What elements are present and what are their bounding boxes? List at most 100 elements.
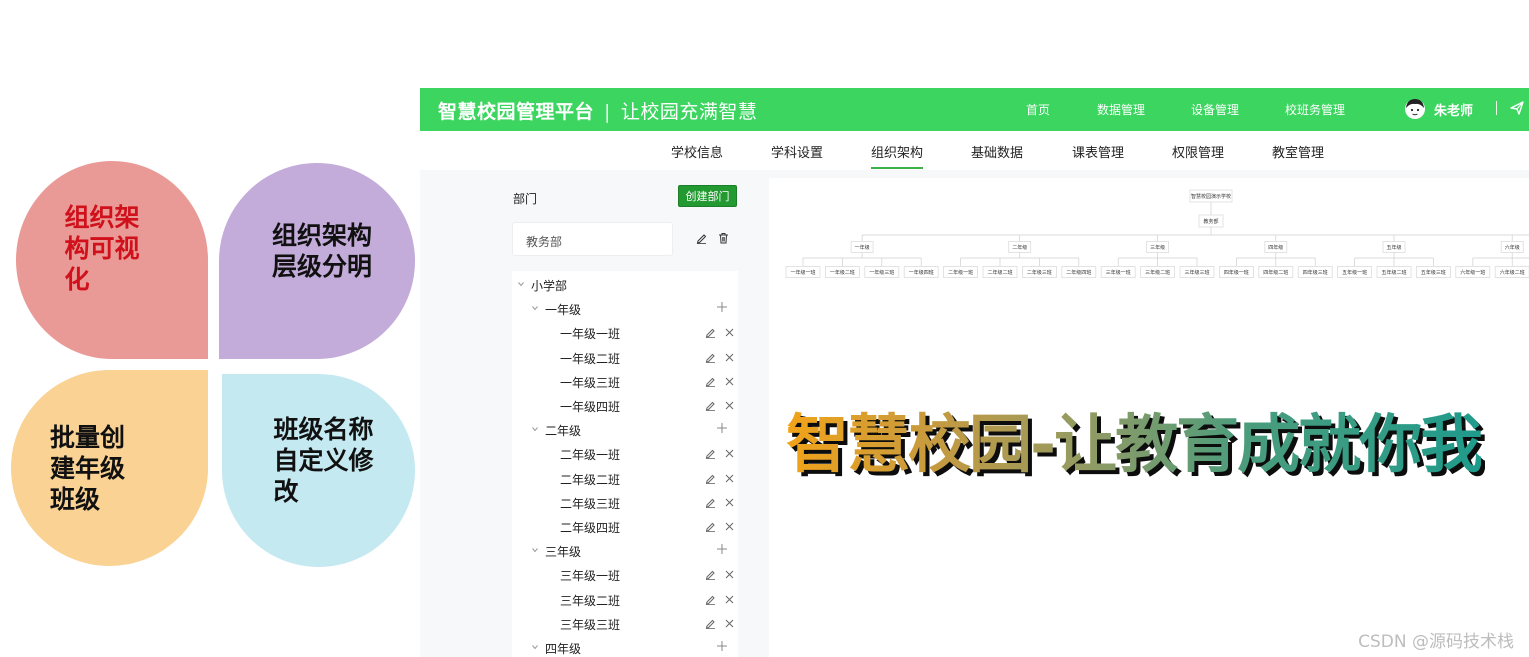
delete-icon[interactable] [718,232,729,244]
org-node-class: 一年级四班 [903,266,939,278]
edit-icon[interactable] [705,618,716,629]
add-icon[interactable] [717,544,727,555]
chevron-down-icon[interactable] [531,546,539,554]
tab-classrooms[interactable]: 教室管理 [1272,142,1324,161]
tree-node[interactable]: 小学部 [512,273,738,297]
edit-icon[interactable] [705,473,716,484]
chevron-down-icon[interactable] [531,304,539,312]
edit-icon[interactable] [705,569,716,581]
tree-leaf-class[interactable]: 一年级二班 [512,346,738,370]
tree-leaf-class[interactable]: 二年级四班 [512,515,738,539]
svg-text:一年级: 一年级 [855,244,870,251]
close-icon[interactable] [725,570,734,579]
org-node-class: 六年级二班 [1494,266,1529,278]
tree-node-label: 三年级 [545,545,582,560]
sub-navigation: 学校信息 学科设置 组织架构 基础数据 课表管理 权限管理 教室管理 [420,131,1529,170]
close-icon[interactable] [725,401,734,410]
close-icon[interactable] [725,498,734,507]
svg-text:六年级一班: 六年级一班 [1460,269,1485,276]
org-node-grade: 五年级 [1382,241,1406,253]
tree-leaf-class[interactable]: 一年级三班 [512,370,738,394]
selected-department[interactable]: 教务部 [512,222,673,256]
edit-icon[interactable] [705,521,716,532]
tree-leaf-class[interactable]: 三年级二班 [512,588,738,612]
tab-school-info[interactable]: 学校信息 [671,142,723,161]
tab-permissions[interactable]: 权限管理 [1172,142,1224,161]
tree-leaf-class[interactable]: 二年级三班 [512,491,738,515]
add-icon[interactable] [717,423,727,434]
tab-subject-settings[interactable]: 学科设置 [771,142,823,161]
tree-node-label: 四年级 [545,642,582,656]
app-window: 智慧校园管理平台 | 让校园充满智慧 首页 数据管理 设备管理 校班务管理 朱老师 … [420,88,1529,657]
svg-text:智慧校园演示学校: 智慧校园演示学校 [1191,193,1231,200]
user-name[interactable]: 朱老师 [1434,100,1473,119]
nav-device-management[interactable]: 设备管理 [1191,101,1239,118]
org-chart-area: 智慧校园演示学校 教务部 一年级 一年级一班 一年级二班 一年级三班 一年级四班 二年级 二年级… [769,178,1529,657]
tab-org-structure[interactable]: 组织架构 [871,142,923,161]
org-node-class: 五年级一班 [1337,266,1372,278]
close-icon[interactable] [725,449,734,458]
chevron-down-icon[interactable] [517,280,525,288]
add-icon[interactable] [717,302,727,313]
tree-leaf-class[interactable]: 一年级四班 [512,394,738,418]
close-icon[interactable] [725,474,734,483]
org-node-class: 二年级一班 [943,266,979,278]
org-node-class: 四年级二班 [1258,266,1294,278]
edit-icon[interactable] [705,497,716,508]
chevron-down-icon[interactable] [531,643,539,651]
tree-leaf-class[interactable]: 一年级一班 [512,321,738,345]
tree-node-label: 一年级二班 [560,351,621,366]
tab-basic-data[interactable]: 基础数据 [971,142,1023,161]
close-icon[interactable] [725,522,734,531]
brand: 智慧校园管理平台 | 让校园充满智慧 [438,97,757,124]
tab-timetable[interactable]: 课表管理 [1072,142,1124,161]
send-icon[interactable] [1509,100,1525,116]
feature-petal-text: 组织架构 层级分明 [271,221,372,281]
tree-node[interactable]: 三年级 [512,539,738,563]
feature-petal-rename: 班级名称 自定义修 改 [222,374,415,567]
org-node-class: 四年级三班 [1297,266,1333,278]
tree-node-label: 二年级四班 [560,521,621,535]
close-icon[interactable] [725,595,734,604]
user-avatar-icon[interactable] [1404,97,1426,121]
nav-data-management[interactable]: 数据管理 [1097,101,1145,118]
close-icon[interactable] [725,353,734,362]
tree-node[interactable]: 四年级 [512,636,738,657]
org-node-class: 三年级二班 [1140,266,1176,278]
edit-icon[interactable] [705,327,716,339]
close-icon[interactable] [725,328,734,337]
edit-icon[interactable] [705,400,716,411]
tree-leaf-class[interactable]: 三年级一班 [512,563,738,587]
tree-node-label: 一年级 [545,303,582,318]
tree-leaf-class[interactable]: 二年级一班 [512,442,738,466]
edit-icon[interactable] [705,376,716,387]
edit-icon[interactable] [705,594,716,605]
org-node-class: 五年级二班 [1376,266,1412,278]
add-icon[interactable] [717,641,727,651]
org-node-class: 二年级二班 [982,266,1018,278]
tree-node-label: 三年级二班 [560,593,621,608]
department-title: 部门 [513,192,538,206]
chevron-down-icon[interactable] [531,425,539,433]
close-icon[interactable] [725,377,734,386]
svg-text:二年级三班: 二年级三班 [1027,269,1052,276]
edit-icon[interactable] [705,352,716,363]
feature-petal-batch-create: 批量创 建年级 班级 [11,370,208,566]
svg-text:五年级一班: 五年级一班 [1342,269,1367,276]
tree-node[interactable]: 一年级 [512,297,738,321]
edit-icon[interactable] [696,232,707,244]
tree-leaf-class[interactable]: 三年级三班 [512,612,738,636]
org-node-grade: 三年级 [1146,241,1170,253]
svg-text:一年级四班: 一年级四班 [909,269,934,276]
svg-text:四年级一班: 四年级一班 [1224,269,1249,276]
create-department-button[interactable]: 创建部门 [678,185,737,207]
tree-node[interactable]: 二年级 [512,418,738,442]
nav-class-affairs[interactable]: 校班务管理 [1285,101,1345,118]
org-node-grade: 四年级 [1264,241,1288,253]
close-icon[interactable] [725,619,734,628]
svg-text:三年级三班: 三年级三班 [1184,269,1209,276]
org-chart: 智慧校园演示学校教务部一年级一年级一班 一年级二班 一年级三班 一年级四班 二年级二年级… [785,189,1529,278]
edit-icon[interactable] [705,448,716,460]
tree-leaf-class[interactable]: 二年级二班 [512,467,738,491]
nav-home[interactable]: 首页 [1026,101,1050,118]
